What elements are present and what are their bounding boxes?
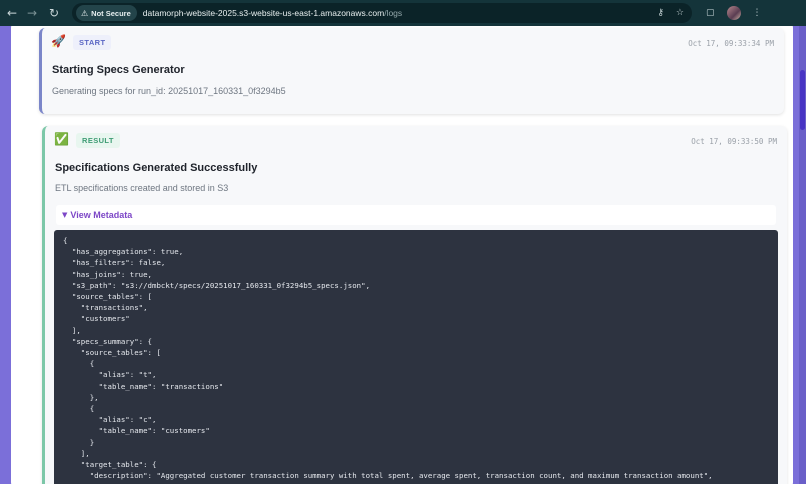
address-bar[interactable]: ⚠ Not Secure datamorph-website-2025.s3-w…: [72, 3, 692, 23]
code-line: "has_aggregations": true,: [63, 247, 183, 256]
forward-arrow-icon[interactable]: →: [24, 5, 40, 21]
more-menu-icon[interactable]: ⋮: [753, 8, 762, 18]
reload-icon[interactable]: ↻: [46, 5, 62, 21]
bookmark-star-icon[interactable]: ☆: [676, 8, 684, 18]
code-line: }: [63, 438, 94, 447]
logs-panel: 🚀 START Oct 17, 09:33:34 PM Starting Spe…: [11, 26, 793, 484]
scrollbar-thumb[interactable]: [800, 70, 805, 130]
page-viewport: 🚀 START Oct 17, 09:33:34 PM Starting Spe…: [0, 26, 806, 484]
code-line: {: [63, 404, 94, 413]
metadata-json-block: { "has_aggregations": true, "has_filters…: [54, 230, 778, 484]
code-line: ],: [63, 326, 81, 335]
log-subtitle: Generating specs for run_id: 20251017_16…: [52, 86, 286, 96]
view-metadata-toggle[interactable]: ▼ View Metadata: [56, 205, 776, 225]
code-line: "s3_path": "s3://dmbckt/specs/20251017_1…: [63, 281, 370, 290]
log-timestamp: Oct 17, 09:33:34 PM: [688, 39, 774, 48]
profile-avatar[interactable]: [727, 6, 741, 20]
security-label: Not Secure: [91, 9, 131, 18]
back-arrow-icon[interactable]: ←: [4, 5, 20, 21]
code-line: {: [63, 359, 94, 368]
code-line: "customers": [63, 314, 130, 323]
view-metadata-label: View Metadata: [70, 210, 132, 220]
log-entry-result: ✅ RESULT Oct 17, 09:33:50 PM Specificati…: [42, 126, 787, 484]
url-path: /logs: [384, 8, 402, 18]
code-line: "has_joins": true,: [63, 270, 152, 279]
code-line: "alias": "c",: [63, 415, 156, 424]
browser-toolbar: ← → ↻ ⚠ Not Secure datamorph-website-202…: [0, 0, 806, 26]
extensions-puzzle-icon[interactable]: ▢: [706, 8, 715, 18]
code-line: },: [63, 393, 99, 402]
log-entry-start: 🚀 START Oct 17, 09:33:34 PM Starting Spe…: [39, 28, 784, 114]
code-line: "specs_summary": {: [63, 337, 152, 346]
log-type-badge: RESULT: [76, 133, 120, 148]
url-host: datamorph-website-2025.s3-website-us-eas…: [143, 8, 384, 18]
code-line: ],: [63, 449, 90, 458]
log-entry-header: ✅ RESULT Oct 17, 09:33:50 PM: [45, 126, 787, 154]
password-key-icon[interactable]: ⚷: [657, 8, 664, 18]
code-line: "has_filters": false,: [63, 258, 165, 267]
triangle-down-icon: ▼: [62, 211, 67, 219]
check-mark-icon: ✅: [54, 132, 69, 146]
code-line: "table_name": "customers": [63, 426, 210, 435]
code-line: "target_table": {: [63, 460, 156, 469]
code-line: {: [63, 236, 67, 245]
log-subtitle: ETL specifications created and stored in…: [55, 183, 228, 193]
code-line: "alias": "t",: [63, 370, 156, 379]
log-type-badge: START: [73, 35, 111, 50]
rocket-icon: 🚀: [51, 34, 66, 48]
log-timestamp: Oct 17, 09:33:50 PM: [691, 137, 777, 146]
log-title: Starting Specs Generator: [52, 64, 185, 76]
code-line: "transactions",: [63, 303, 148, 312]
warning-icon: ⚠: [81, 9, 88, 18]
log-entry-header: 🚀 START Oct 17, 09:33:34 PM: [42, 28, 784, 56]
security-chip[interactable]: ⚠ Not Secure: [76, 5, 137, 21]
code-line: "description": "Aggregated customer tran…: [63, 471, 713, 480]
log-title: Specifications Generated Successfully: [55, 162, 257, 174]
code-line: "table_name": "transactions": [63, 382, 223, 391]
code-line: "source_tables": [: [63, 348, 161, 357]
code-line: "source_tables": [: [63, 292, 152, 301]
